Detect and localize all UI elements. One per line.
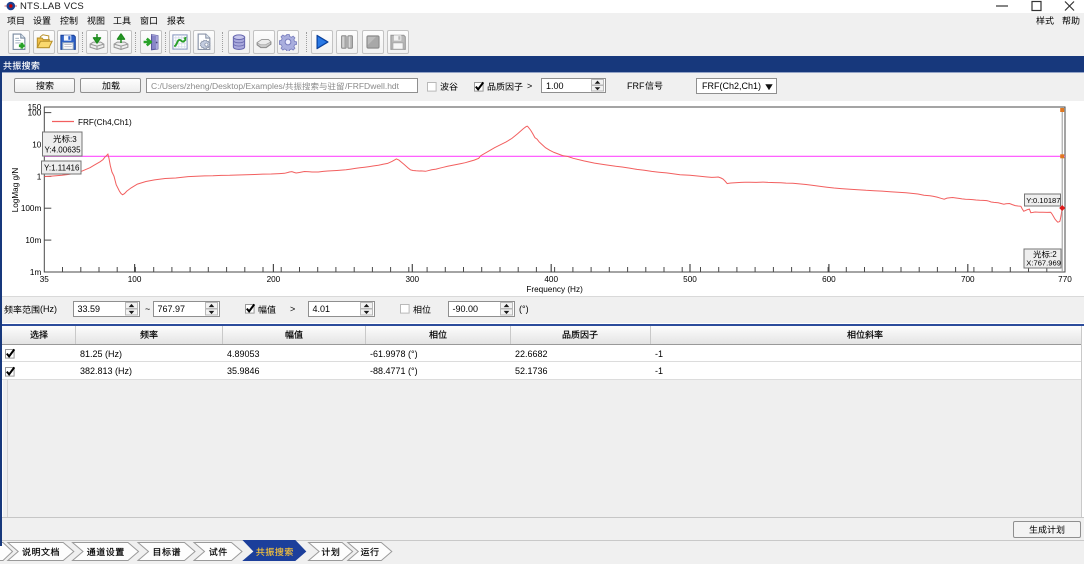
svg-text:1: 1 (37, 172, 42, 181)
svg-text:700: 700 (961, 275, 975, 284)
svg-text:Frequency (Hz): Frequency (Hz) (526, 285, 583, 294)
svg-text:Y:1.11416: Y:1.11416 (44, 164, 80, 173)
svg-text:Y:0.10187: Y:0.10187 (1026, 196, 1060, 205)
svg-text:100: 100 (28, 109, 42, 118)
svg-text:200: 200 (267, 275, 281, 284)
svg-text:770: 770 (1058, 275, 1072, 284)
svg-text:35: 35 (40, 275, 50, 284)
svg-text:100m: 100m (21, 204, 42, 213)
svg-text:10: 10 (32, 141, 42, 150)
svg-text:10m: 10m (25, 236, 41, 245)
svg-text:X:767.969: X:767.969 (1026, 259, 1061, 268)
svg-text:500: 500 (683, 275, 697, 284)
svg-text:Y:4.00635: Y:4.00635 (45, 146, 82, 155)
svg-text:LogMag g/N: LogMag g/N (11, 168, 20, 213)
svg-text:400: 400 (544, 275, 558, 284)
svg-text:100: 100 (128, 275, 142, 284)
svg-text:300: 300 (405, 275, 419, 284)
svg-text:600: 600 (822, 275, 836, 284)
svg-text::3: :3 (70, 135, 77, 144)
svg-text:FRF(Ch4,Ch1): FRF(Ch4,Ch1) (78, 118, 132, 127)
